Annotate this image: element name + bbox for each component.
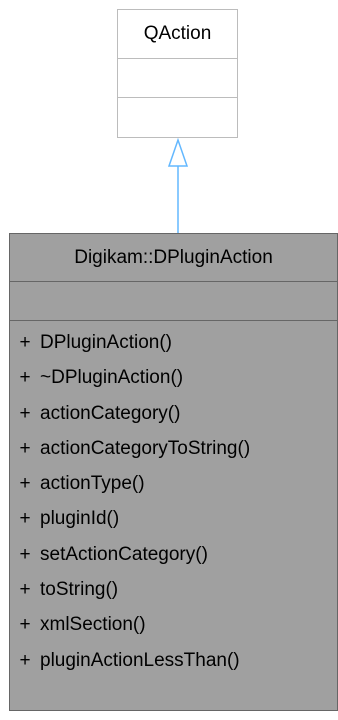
method-row[interactable]: + pluginId() [10, 501, 337, 536]
method-name: actionCategoryToString() [40, 437, 251, 459]
method-name: actionCategory() [40, 402, 181, 424]
method-visibility: + [19, 437, 31, 459]
method-name: setActionCategory() [40, 543, 208, 565]
child-class-attributes [10, 282, 337, 321]
method-visibility: + [19, 543, 31, 565]
method-row[interactable]: + ~DPluginAction() [10, 360, 337, 395]
method-name: toString() [40, 579, 119, 601]
method-visibility: + [19, 473, 31, 495]
method-visibility: + [19, 649, 31, 671]
method-visibility: + [19, 367, 31, 389]
method-row[interactable]: + pluginActionLessThan() [10, 643, 337, 678]
method-visibility: + [19, 508, 31, 530]
inheritance-arrow [167, 137, 189, 233]
method-name: actionType() [40, 473, 145, 495]
method-name: ~DPluginAction() [40, 367, 184, 389]
child-class-methods: + DPluginAction() + ~DPluginAction() + action… [10, 321, 337, 678]
method-row[interactable]: + actionCategory() [10, 396, 337, 431]
method-name: pluginActionLessThan() [40, 649, 240, 671]
method-row[interactable]: + setActionCategory() [10, 537, 337, 572]
method-visibility: + [19, 614, 31, 636]
method-row[interactable]: + xmlSection() [10, 607, 337, 642]
child-class-name: Digikam::DPluginAction [10, 234, 337, 282]
method-row[interactable]: + actionType() [10, 466, 337, 501]
method-row[interactable]: + toString() [10, 572, 337, 607]
method-name: pluginId() [40, 508, 120, 530]
method-visibility: + [19, 332, 31, 353]
method-row[interactable]: + actionCategoryToString() [10, 431, 337, 466]
method-visibility: + [19, 579, 31, 601]
method-name: xmlSection() [40, 614, 146, 636]
child-class-box[interactable]: Digikam::DPluginAction + DPluginAction() +… [9, 233, 338, 711]
method-visibility: + [19, 402, 31, 424]
method-row[interactable]: + DPluginAction() [10, 325, 337, 360]
hollow-triangle-arrowhead-icon [167, 137, 189, 167]
method-name: DPluginAction() [40, 332, 172, 353]
